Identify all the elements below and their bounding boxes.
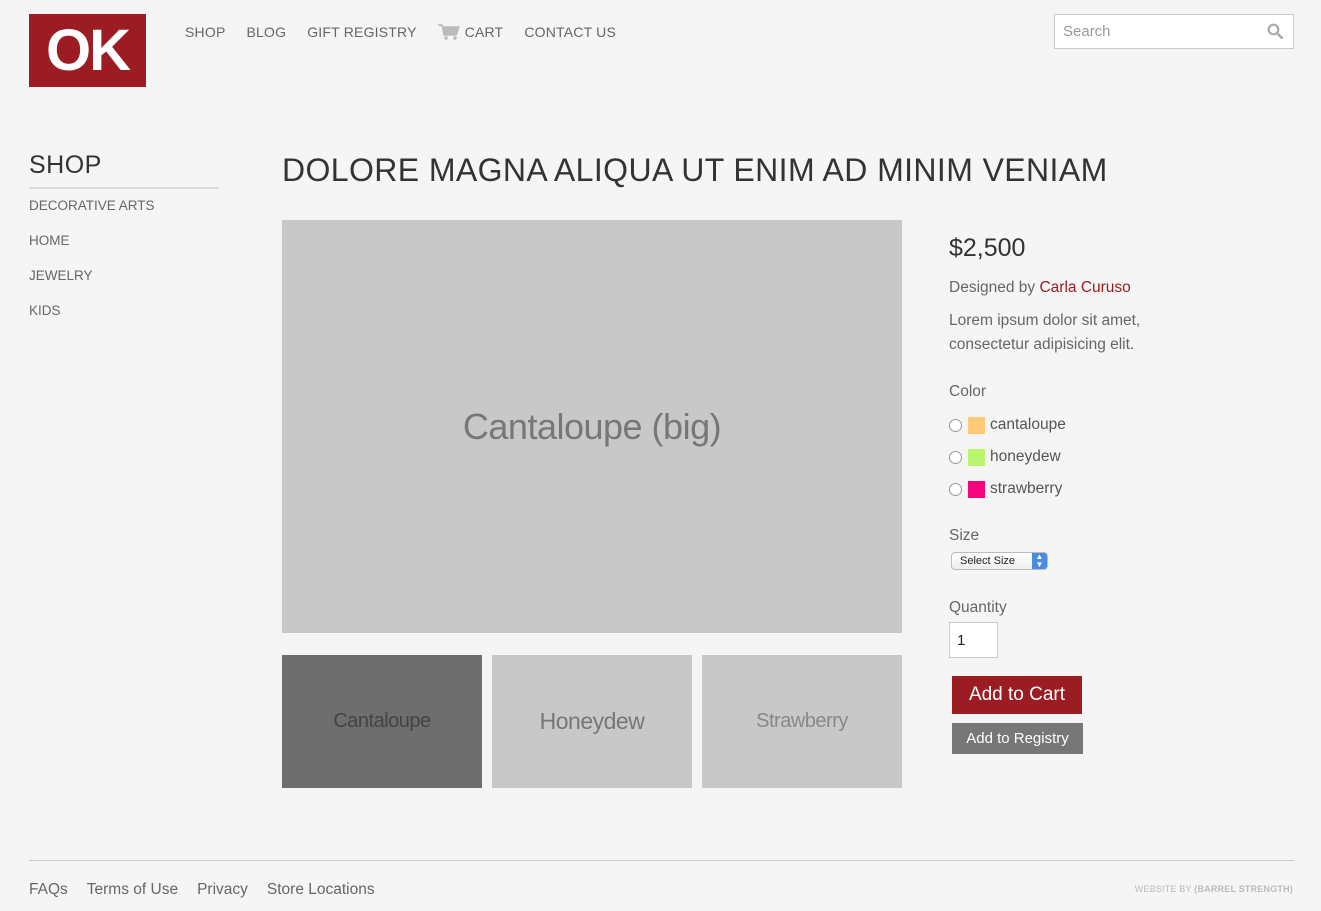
thumbnail-honeydew[interactable]: Honeydew bbox=[492, 655, 692, 788]
color-radio[interactable] bbox=[949, 482, 962, 496]
site-logo[interactable]: OK bbox=[29, 14, 146, 87]
color-option-label: strawberry bbox=[990, 480, 1063, 497]
thumbnail-label: Cantaloupe bbox=[333, 710, 431, 732]
color-option-label: honeydew bbox=[990, 448, 1061, 465]
footer-links: FAQs Terms of Use Privacy Store Location… bbox=[29, 881, 394, 899]
size-label: Size bbox=[949, 527, 980, 544]
color-label: Color bbox=[949, 383, 987, 400]
nav-gift-registry[interactable]: GIFT REGISTRY bbox=[307, 22, 416, 42]
search-icon[interactable] bbox=[1267, 23, 1283, 39]
product-price: $2,500 bbox=[949, 234, 1026, 262]
designer-line: Designed by Carla Curuso bbox=[949, 279, 1131, 297]
sidebar-title: SHOP bbox=[29, 151, 219, 189]
color-radio[interactable] bbox=[949, 418, 962, 432]
size-select[interactable]: Select Size ▲ ▼ bbox=[951, 552, 1048, 570]
footer-link-privacy[interactable]: Privacy bbox=[197, 881, 248, 899]
quantity-input[interactable] bbox=[949, 622, 998, 658]
nav-shop[interactable]: SHOP bbox=[185, 22, 225, 42]
sidebar-item-kids[interactable]: KIDS bbox=[29, 303, 155, 338]
color-option-honeydew[interactable]: honeydew bbox=[949, 447, 1061, 467]
site-credit[interactable]: WEBSITE BY (BARREL STRENGTH) bbox=[1135, 884, 1293, 894]
credit-name: (BARREL STRENGTH) bbox=[1194, 884, 1293, 894]
thumbnail-label: Strawberry bbox=[756, 710, 848, 732]
nav-blog[interactable]: BLOG bbox=[246, 22, 286, 42]
color-option-label: cantaloupe bbox=[990, 416, 1066, 433]
product-main-image: Cantaloupe (big) bbox=[282, 220, 902, 633]
thumbnail-label: Honeydew bbox=[539, 708, 645, 734]
sidebar-item-home[interactable]: HOME bbox=[29, 233, 155, 268]
add-to-registry-button[interactable]: Add to Registry bbox=[952, 723, 1083, 754]
thumbnail-cantaloupe[interactable]: Cantaloupe bbox=[282, 655, 482, 788]
select-arrows-icon: ▲ ▼ bbox=[1032, 553, 1047, 569]
page-title: DOLORE MAGNA ALIQUA UT ENIM AD MINIM VEN… bbox=[282, 152, 1108, 188]
nav-cart[interactable]: CART bbox=[437, 22, 504, 42]
designed-by-label: Designed by bbox=[949, 279, 1036, 296]
color-option-strawberry[interactable]: strawberry bbox=[949, 479, 1062, 499]
footer-link-store-locations[interactable]: Store Locations bbox=[267, 881, 375, 899]
main-image-label: Cantaloupe (big) bbox=[462, 405, 722, 447]
search-box bbox=[1054, 14, 1294, 49]
footer-link-faqs[interactable]: FAQs bbox=[29, 881, 68, 899]
sidebar-menu: DECORATIVE ARTS HOME JEWELRY KIDS bbox=[29, 198, 155, 338]
quantity-label: Quantity bbox=[949, 599, 1007, 616]
designer-link[interactable]: Carla Curuso bbox=[1039, 279, 1130, 296]
color-swatch bbox=[968, 480, 985, 498]
thumbnail-strawberry[interactable]: Strawberry bbox=[702, 655, 902, 788]
sidebar-item-jewelry[interactable]: JEWELRY bbox=[29, 268, 155, 303]
footer-divider bbox=[29, 860, 1294, 861]
search-input[interactable] bbox=[1055, 15, 1263, 48]
color-option-cantaloupe[interactable]: cantaloupe bbox=[949, 415, 1066, 435]
color-swatch bbox=[968, 416, 985, 434]
footer-link-terms[interactable]: Terms of Use bbox=[87, 881, 178, 899]
size-select-value: Select Size bbox=[960, 555, 1016, 567]
cart-icon bbox=[437, 24, 460, 40]
color-radio[interactable] bbox=[949, 450, 962, 464]
main-nav: SHOP BLOG GIFT REGISTRY CART CONTACT US bbox=[185, 22, 637, 42]
product-description: Lorem ipsum dolor sit amet, consectetur … bbox=[949, 312, 1141, 353]
credit-prefix: WEBSITE BY bbox=[1134, 884, 1192, 894]
color-swatch bbox=[968, 448, 985, 466]
nav-cart-label: CART bbox=[464, 24, 504, 40]
nav-contact-us[interactable]: CONTACT US bbox=[524, 22, 616, 42]
sidebar-item-decorative-arts[interactable]: DECORATIVE ARTS bbox=[29, 198, 155, 233]
add-to-cart-button[interactable]: Add to Cart bbox=[952, 676, 1082, 714]
